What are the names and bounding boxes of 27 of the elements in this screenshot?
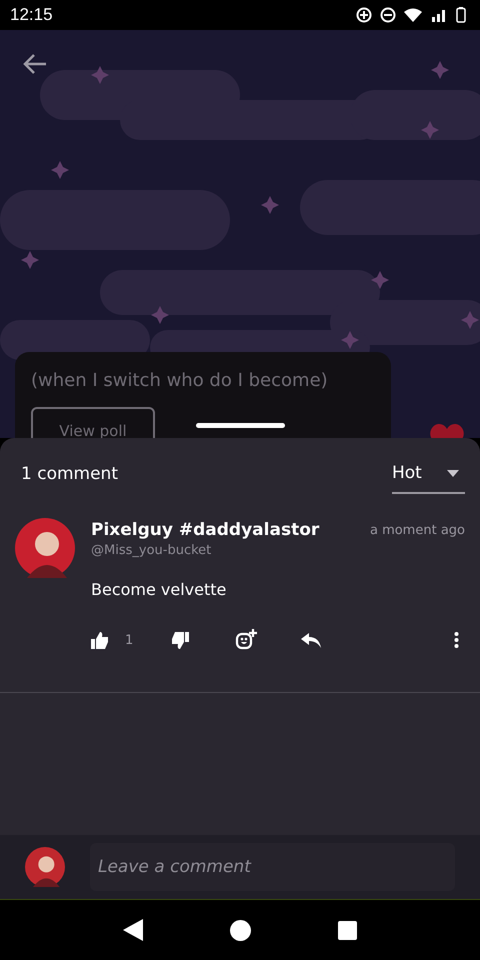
battery-icon (456, 7, 466, 23)
wifi-icon (404, 8, 422, 22)
add-reaction-button[interactable] (235, 629, 258, 651)
more-options-icon[interactable] (454, 632, 459, 648)
back-nav-icon[interactable] (123, 919, 144, 941)
comment-author: Pixelguy #daddyalastor (91, 520, 320, 540)
sort-dropdown[interactable]: Hot (392, 454, 465, 494)
signal-icon (430, 8, 448, 22)
back-icon[interactable] (22, 52, 48, 76)
like-button[interactable] (91, 632, 109, 648)
home-nav-icon[interactable] (230, 920, 251, 940)
comment-field[interactable]: Leave a comment (90, 843, 455, 891)
avatar-icon (25, 847, 65, 887)
reply-button[interactable] (301, 632, 322, 648)
comment-time: a moment ago (370, 523, 465, 538)
caret-icon (447, 470, 459, 476)
avatar-icon (15, 518, 75, 578)
comment-count: 1 comment (21, 464, 118, 484)
dislike-button[interactable] (171, 632, 190, 648)
comment-handle: @Miss_you-bucket (91, 543, 212, 558)
status-time: 12:15 (10, 5, 53, 25)
drag-handle[interactable] (196, 423, 285, 428)
do-not-disturb-icon (380, 7, 396, 23)
recents-nav-icon[interactable] (338, 920, 357, 940)
poll-question: (when I switch who do I become) (31, 370, 329, 391)
comment-text: Become velvette (91, 580, 228, 599)
like-count: 1 (125, 632, 134, 648)
